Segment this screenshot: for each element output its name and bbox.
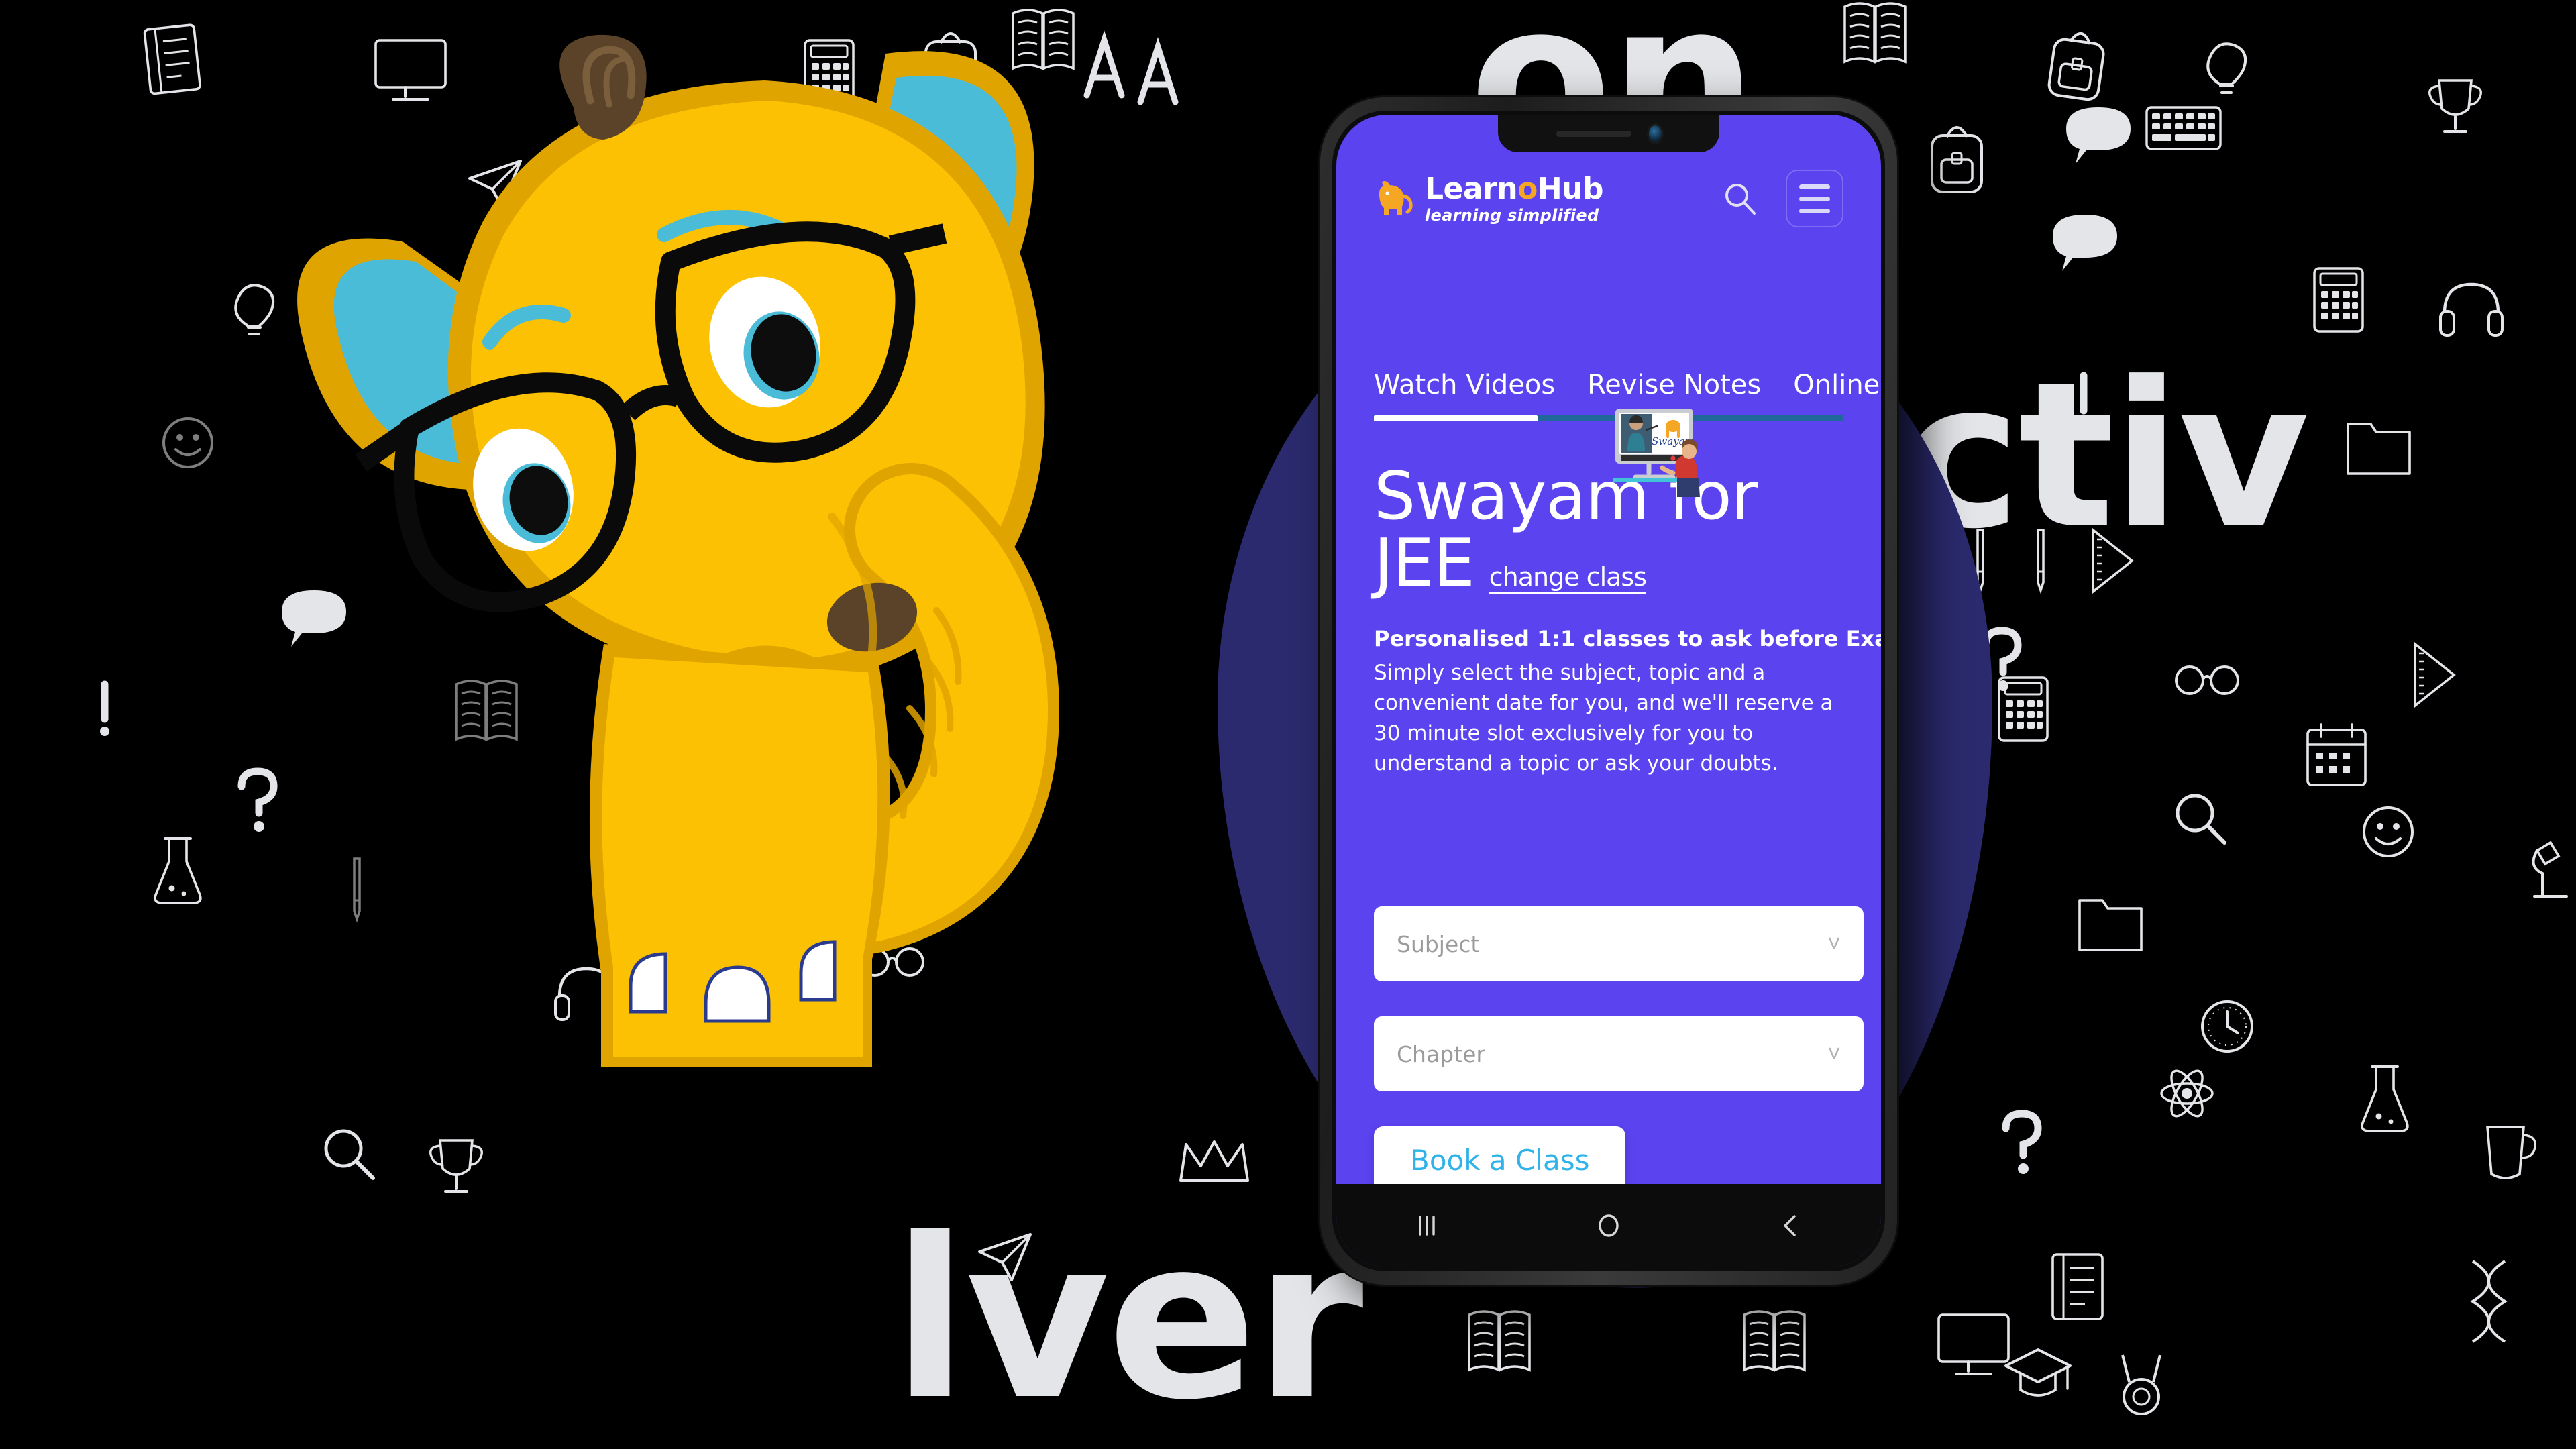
hero-title-line2: JEE: [1374, 525, 1475, 602]
brand-tagline: learning simplified: [1425, 205, 1599, 225]
student-at-computer-swayam-illustration: Swayam: [1613, 409, 1700, 497]
app-header: Learn o Hub learning simplified: [1336, 155, 1881, 242]
subject-select-value: Subject: [1397, 930, 1480, 957]
brand-name-part2: Hub: [1537, 171, 1604, 206]
phone-notch: [1498, 115, 1719, 152]
phone-bezel: Learn o Hub learning simplified Watch Vi…: [1332, 111, 1885, 1271]
hero-lead-text: Personalised 1:1 classes to ask before E…: [1374, 625, 1881, 651]
phone-screen: Learn o Hub learning simplified Watch Vi…: [1336, 115, 1881, 1267]
front-camera-icon: [1648, 125, 1662, 142]
booking-form: Subject ˅ Chapter ˅ Book a Class: [1374, 906, 1864, 1194]
subject-select[interactable]: Subject ˅: [1374, 906, 1864, 981]
tab-active-indicator: [1374, 415, 1538, 421]
home-button[interactable]: [1558, 1184, 1659, 1267]
brand-text-block: Learn o Hub learning simplified: [1425, 174, 1603, 223]
speaker-grille-icon: [1556, 130, 1631, 137]
chevron-down-icon: ˅: [1827, 931, 1841, 957]
search-button[interactable]: [1719, 177, 1762, 220]
change-class-link[interactable]: change class: [1489, 564, 1647, 590]
hamburger-menu-icon: [1799, 184, 1830, 189]
hamburger-bar-2: [1799, 196, 1830, 201]
recents-icon: [1419, 1216, 1436, 1236]
brand-name-part1: Learn: [1425, 171, 1518, 206]
brand-name: Learn o Hub: [1425, 174, 1603, 204]
hero-section: Swayam for JEE change class Personalised…: [1374, 463, 1881, 779]
brand-name-o: o: [1517, 171, 1538, 206]
android-navigation-bar: [1336, 1184, 1881, 1267]
chevron-down-icon: ˅: [1827, 1041, 1841, 1067]
chapter-select[interactable]: Chapter ˅: [1374, 1016, 1864, 1091]
search-icon: [1725, 184, 1756, 215]
hamburger-bar-3: [1799, 208, 1830, 213]
tab-watch-videos[interactable]: Watch Videos: [1374, 370, 1571, 415]
chapter-select-value: Chapter: [1397, 1040, 1485, 1067]
background-word-bottom: lver: [892, 1191, 1364, 1448]
phone-mockup: Learn o Hub learning simplified Watch Vi…: [1320, 97, 1897, 1285]
hero-title-line2-row: JEE change class: [1374, 525, 1843, 602]
hero-description: Simply select the subject, topic and a c…: [1374, 660, 1833, 775]
back-icon: [1783, 1215, 1796, 1236]
hamburger-menu-button[interactable]: [1786, 170, 1843, 227]
back-button[interactable]: [1740, 1184, 1841, 1267]
tab-online-test[interactable]: Online Test: [1777, 370, 1881, 415]
header-actions: [1719, 170, 1843, 227]
brand-logo-block[interactable]: Learn o Hub learning simplified: [1374, 174, 1603, 223]
recents-button[interactable]: [1377, 1184, 1477, 1267]
elephant-logo-icon: [1379, 181, 1413, 215]
home-icon: [1599, 1214, 1619, 1237]
